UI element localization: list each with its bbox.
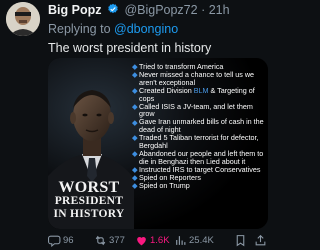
views-count: 25.4K — [189, 234, 214, 246]
avatar[interactable] — [6, 2, 40, 36]
repost-count: 377 — [109, 234, 125, 246]
poster-title-line3: IN HISTORY — [53, 208, 125, 220]
like-button[interactable]: 1.6K — [135, 233, 170, 247]
poster-list-item: Abandoned our people and left them to di… — [132, 150, 266, 166]
poster-item-text: Spied on Trump — [139, 180, 190, 190]
reply-icon — [48, 235, 61, 247]
separator-dot: · — [201, 3, 206, 17]
poster-list-item: Spied on Trump — [132, 180, 266, 190]
avatar-image — [6, 2, 40, 36]
display-name[interactable]: Big Popz — [48, 3, 101, 17]
tweet-text: The worst president in history — [48, 41, 212, 55]
diamond-bullet-icon — [132, 167, 138, 173]
tweet-header: Big Popz @BigPopz72 · 21h — [48, 3, 230, 17]
poster-list-item: Gave Iran unmarked bills of cash in the … — [132, 118, 266, 134]
reply-button[interactable]: 96 — [48, 233, 74, 247]
poster-title-line2: PRESIDENT — [54, 195, 124, 207]
reply-prefix: Replying to — [48, 22, 115, 36]
poster-item-highlight: BLM — [193, 85, 209, 95]
tweet[interactable]: Big Popz @BigPopz72 · 21h Replying to @d… — [0, 0, 276, 250]
heart-icon — [137, 236, 146, 245]
bookmark-icon — [236, 234, 245, 246]
poster-item-text: Never missed a chance to tell us we aren… — [139, 69, 255, 87]
repost-icon — [95, 235, 106, 245]
share-button[interactable] — [254, 233, 267, 247]
diamond-bullet-icon — [132, 64, 138, 70]
diamond-bullet-icon — [132, 119, 138, 125]
poster-list-item: Never missed a chance to tell us we aren… — [132, 69, 266, 87]
timestamp[interactable]: 21h — [209, 3, 230, 17]
diamond-bullet-icon — [132, 72, 138, 78]
diamond-bullet-icon — [132, 151, 138, 157]
poster-list-item: Created Division BLM & Targeting of cops — [132, 85, 266, 103]
diamond-bullet-icon — [132, 175, 138, 181]
views-icon — [176, 235, 186, 245]
diamond-bullet-icon — [132, 88, 138, 94]
reply-context: Replying to @dbongino — [48, 22, 178, 36]
poster-list-item: Called ISIS a JV-team, and let them grow — [132, 101, 266, 119]
action-bar: 96 377 1.6K 25.4K — [48, 233, 274, 247]
reply-count: 96 — [63, 234, 74, 246]
poster-item-text: Gave Iran unmarked bills of cash in the … — [139, 117, 264, 135]
like-count: 1.6K — [150, 234, 170, 246]
diamond-bullet-icon — [132, 183, 138, 189]
views-button[interactable]: 25.4K — [174, 233, 214, 247]
bookmark-button[interactable] — [234, 233, 247, 247]
share-icon — [255, 234, 266, 245]
poster-item-text: Called ISIS a JV-team, and let them grow — [139, 101, 253, 119]
diamond-bullet-icon — [132, 104, 138, 110]
diamond-bullet-icon — [132, 135, 138, 141]
tweet-media-image[interactable]: WORST PRESIDENT IN HISTORY Tried to tran… — [48, 58, 268, 229]
reply-mention-link[interactable]: @dbongino — [114, 22, 178, 36]
poster-item-text: Traded 5 Taliban terrorist for defector,… — [139, 133, 259, 151]
handle[interactable]: @BigPopz72 — [124, 3, 197, 17]
poster-item-text: Abandoned our people and left them to di… — [139, 148, 264, 166]
poster-list: Tried to transform America Never missed a… — [132, 63, 266, 190]
repost-button[interactable]: 377 — [94, 233, 125, 247]
verified-badge-icon[interactable] — [107, 3, 119, 15]
poster-list-item: Traded 5 Taliban terrorist for defector,… — [132, 134, 266, 150]
